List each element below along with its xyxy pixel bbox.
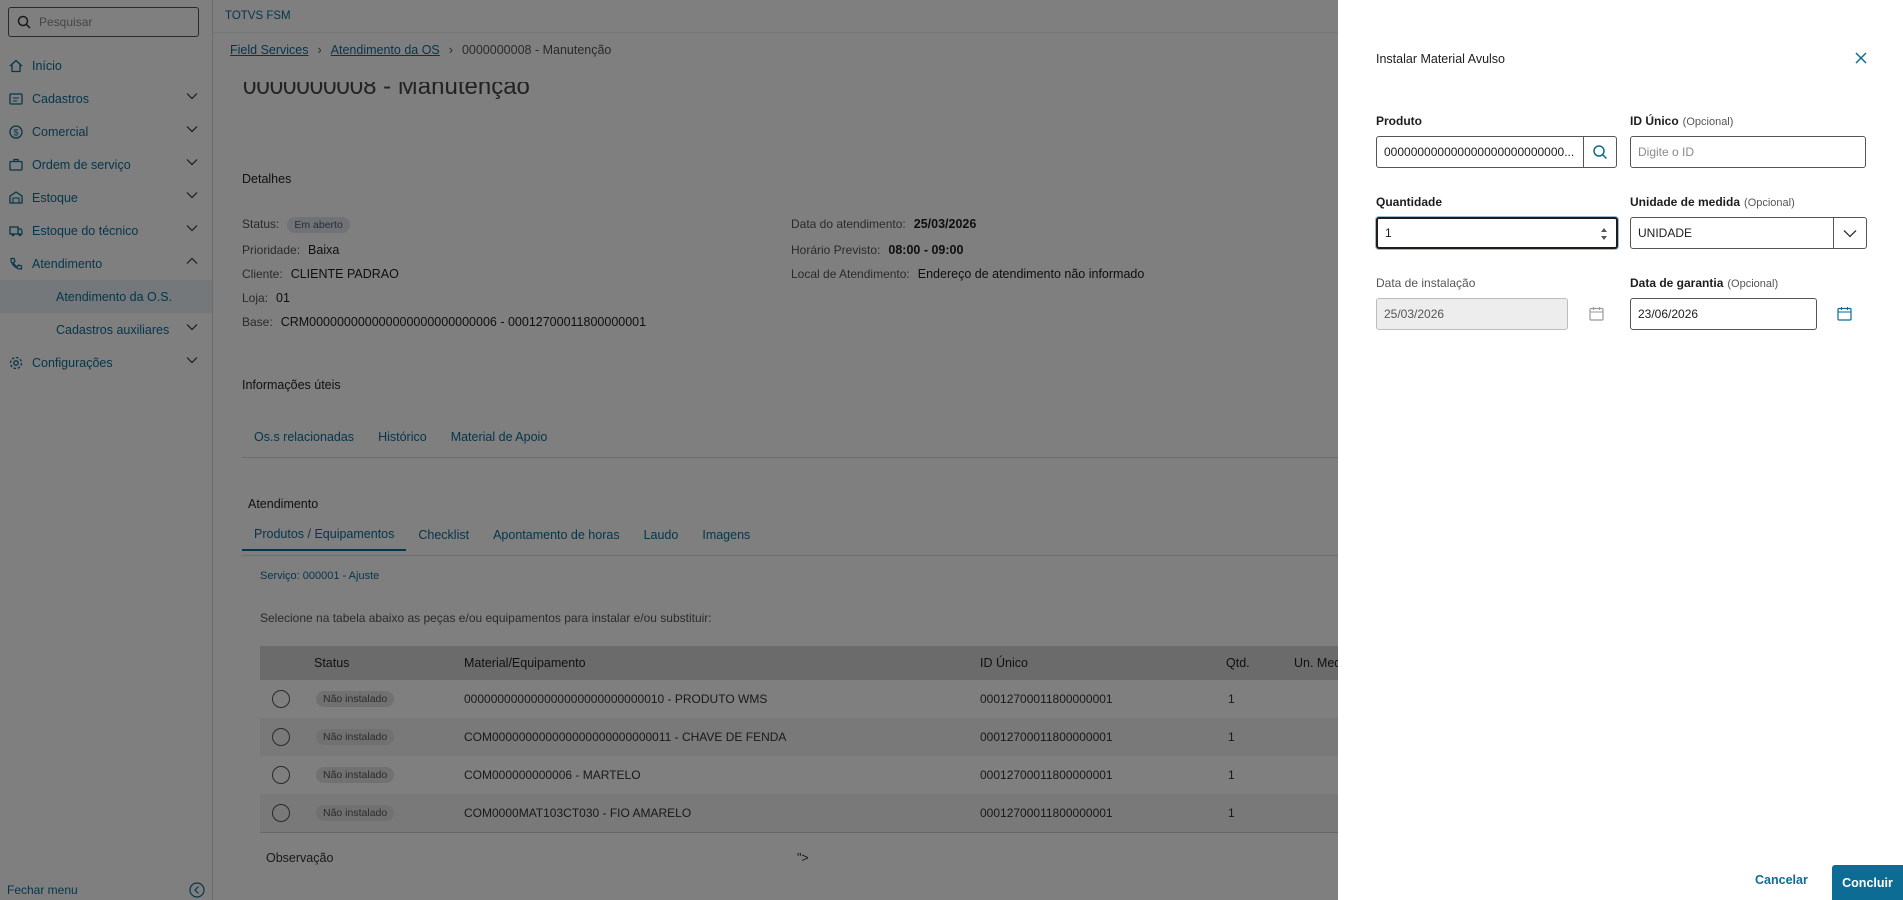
unit-label-text: Unidade de medida: [1630, 195, 1741, 209]
product-label: Produto: [1376, 114, 1422, 128]
product-search-button[interactable]: [1583, 136, 1617, 168]
calendar-icon[interactable]: [1837, 306, 1852, 321]
qty-label-text: Quantidade: [1376, 195, 1443, 209]
confirm-button[interactable]: Concluir: [1832, 865, 1903, 900]
stepper-arrows-icon[interactable]: [1600, 226, 1608, 242]
warranty-label-text: Data de garantia: [1630, 276, 1724, 290]
quantity-stepper[interactable]: 1: [1376, 217, 1618, 249]
product-value: 000000000000000000000000000...: [1384, 145, 1575, 159]
close-icon[interactable]: [1853, 50, 1869, 66]
unit-dropdown-button[interactable]: [1833, 217, 1867, 249]
unit-label: Unidade de medida (Opcional): [1630, 195, 1795, 209]
install-label-text: Data de instalação: [1376, 276, 1476, 290]
uid-label-text: ID Único: [1630, 114, 1679, 128]
install-date-field: 25/03/2026: [1376, 298, 1568, 330]
warranty-date-label: Data de garantia (Opcional): [1630, 276, 1778, 290]
uid-input[interactable]: Digite o ID: [1630, 136, 1866, 168]
drawer-title: Instalar Material Avulso: [1376, 52, 1505, 66]
install-material-drawer: Instalar Material Avulso Produto 0000000…: [1338, 0, 1903, 900]
product-label-text: Produto: [1376, 114, 1422, 128]
unit-select[interactable]: UNIDADE: [1630, 217, 1834, 249]
cancel-button[interactable]: Cancelar: [1755, 873, 1808, 887]
optional-tag: (Opcional): [1682, 116, 1734, 128]
product-field[interactable]: 000000000000000000000000000...: [1376, 136, 1584, 168]
unit-value: UNIDADE: [1638, 226, 1693, 240]
calendar-icon: [1589, 307, 1604, 321]
warranty-date-input[interactable]: 23/06/2026: [1630, 298, 1817, 330]
search-icon: [1593, 145, 1608, 160]
uid-placeholder: Digite o ID: [1638, 145, 1695, 159]
qty-label: Quantidade: [1376, 195, 1442, 209]
install-date-value: 25/03/2026: [1384, 307, 1445, 321]
chevron-down-icon: [1843, 229, 1857, 237]
optional-tag: (Opcional): [1727, 278, 1779, 290]
uid-label: ID Único (Opcional): [1630, 114, 1733, 128]
qty-value: 1: [1385, 226, 1392, 240]
modal-backdrop[interactable]: [0, 0, 1338, 900]
optional-tag: (Opcional): [1744, 197, 1795, 209]
warranty-date-value: 23/06/2026: [1638, 307, 1699, 321]
install-date-label: Data de instalação: [1376, 276, 1475, 290]
